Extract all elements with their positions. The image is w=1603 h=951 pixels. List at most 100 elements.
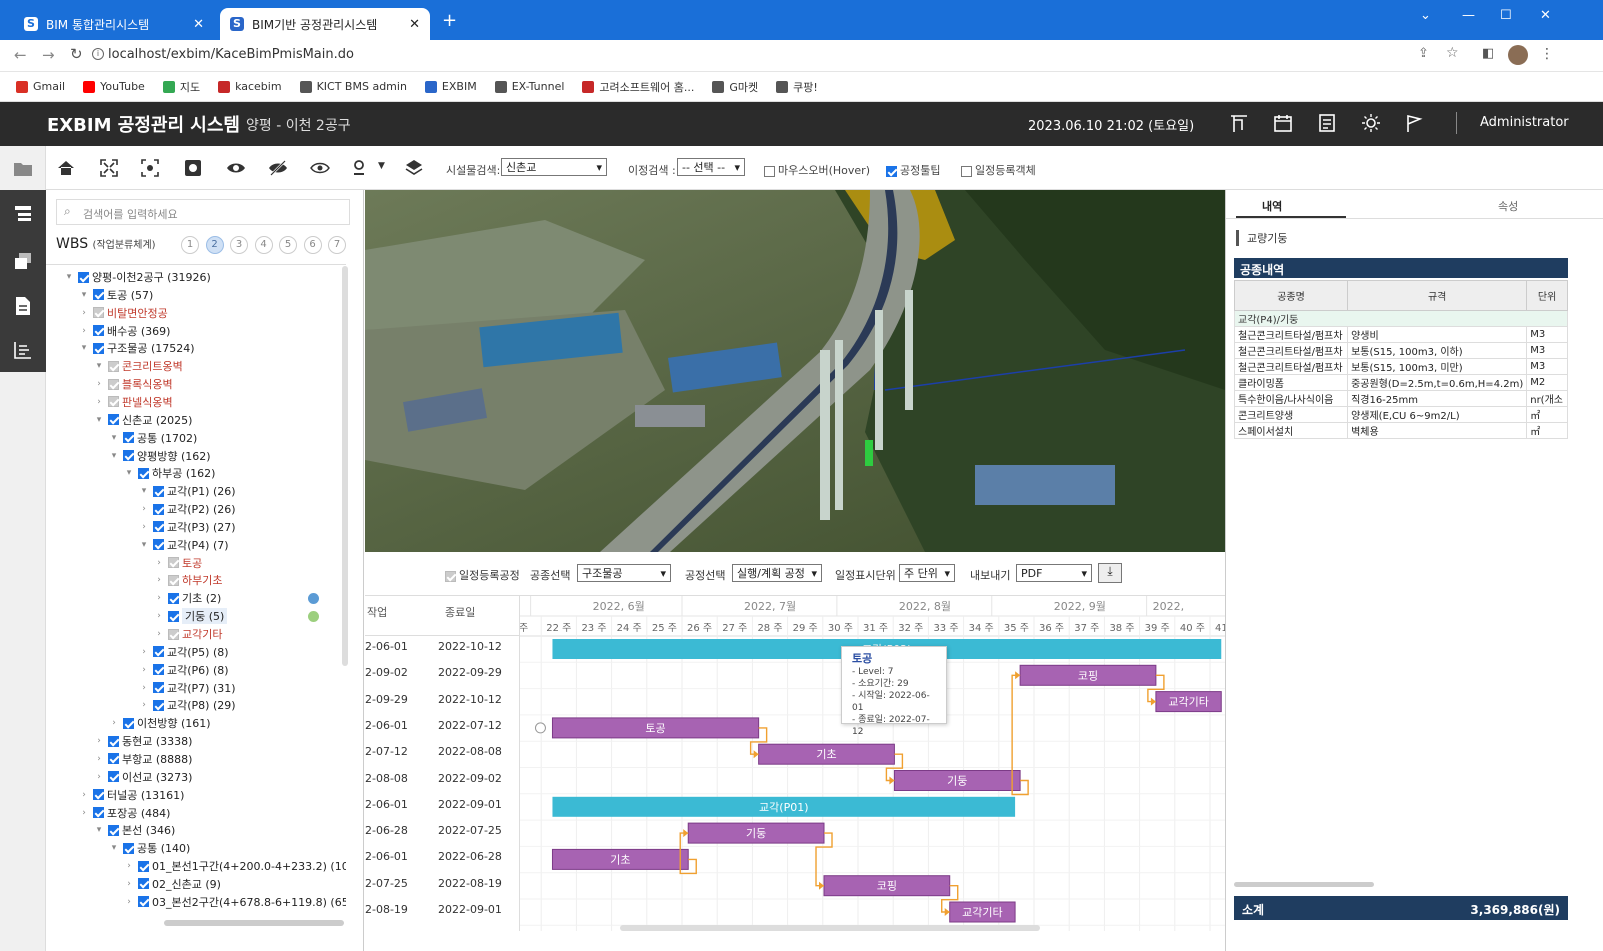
home-icon[interactable] (56, 158, 76, 178)
tooltip-checkbox[interactable] (886, 165, 897, 177)
tab-attributes[interactable]: 속성 (1498, 198, 1518, 214)
tree-checkbox[interactable] (138, 896, 149, 908)
chevron-down-icon[interactable]: ▾ (94, 415, 104, 425)
eye-off-icon[interactable] (268, 158, 288, 178)
tree-checkbox[interactable] (108, 771, 119, 783)
bookmark[interactable]: EX-Tunnel (494, 80, 564, 93)
hover-checkbox[interactable] (764, 165, 775, 177)
tree-checkbox[interactable] (138, 467, 149, 479)
tree-checkbox[interactable] (153, 485, 164, 497)
tree-checkbox[interactable] (168, 574, 179, 586)
tab-detail[interactable]: 내역 (1262, 198, 1282, 214)
tree-checkbox[interactable] (93, 307, 104, 319)
tree-node[interactable]: › 교각(P7) (31) (139, 680, 235, 696)
bookmark[interactable]: KICT BMS admin (299, 80, 407, 93)
level-button-1[interactable]: 1 (181, 236, 199, 254)
tree-node[interactable]: › 동현교 (3338) (94, 733, 192, 749)
chevron-down-icon[interactable]: ▾ (109, 433, 119, 443)
process-select[interactable]: 실행/계획 공정 ▾ (732, 564, 822, 582)
chevron-right-icon[interactable]: › (139, 647, 149, 657)
tree-checkbox[interactable] (138, 860, 149, 872)
timeline-hscrollbar[interactable] (620, 925, 1040, 931)
tree-node[interactable]: ▾ 토공 (57) (79, 287, 154, 303)
search-input[interactable]: ⌕ 검색어를 입력하세요 (56, 199, 350, 225)
level-button-7[interactable]: 7 (328, 236, 346, 254)
tree-checkbox[interactable] (153, 521, 164, 533)
download-button[interactable]: ⤓ (1098, 563, 1122, 583)
tree-checkbox[interactable] (123, 717, 134, 729)
aerial-bridge-view[interactable] (365, 190, 1225, 552)
register-process-option[interactable]: 일정등록공정 (445, 567, 520, 583)
fit-view-icon[interactable] (99, 158, 119, 178)
tree-node[interactable]: › 이천방향 (161) (109, 715, 210, 731)
tree-node[interactable]: › 01_본선1구간(4+200.0-4+233.2) (10) (124, 858, 346, 874)
tree-node[interactable]: › 기초 (2) (154, 590, 221, 606)
chevron-down-icon[interactable]: ▾ (94, 361, 104, 371)
chevron-right-icon[interactable]: › (154, 611, 164, 621)
chevron-right-icon[interactable]: › (154, 593, 164, 603)
star-icon[interactable]: ☆ (1446, 45, 1459, 61)
tree-node[interactable]: › 판넬식옹벽 (94, 394, 172, 410)
unit-select[interactable]: 주 단위 ▾ (899, 564, 955, 582)
chevron-right-icon[interactable]: › (154, 629, 164, 639)
tree-node[interactable]: ▾ 신촌교 (2025) (94, 412, 193, 428)
tree-node[interactable]: › 부항교 (8888) (94, 751, 192, 767)
tree-checkbox[interactable] (123, 450, 134, 461)
tree-checkbox[interactable] (93, 807, 104, 818)
work-type-select[interactable]: 구조물공 ▾ (577, 564, 671, 582)
chevron-right-icon[interactable]: › (139, 700, 149, 710)
tree-checkbox[interactable] (123, 842, 134, 854)
tree-checkbox[interactable] (168, 628, 179, 640)
tree-node[interactable]: ▾ 양평방향 (162) (109, 448, 211, 464)
eye-outline-icon[interactable] (310, 158, 330, 178)
sidepanel-icon[interactable]: ◧ (1482, 46, 1494, 61)
bookmark[interactable]: 고려소프트웨어 홈... (582, 79, 694, 95)
chevron-right-icon[interactable]: › (79, 790, 89, 800)
move-select[interactable]: -- 선택 -- ▾ (677, 158, 745, 176)
tree-checkbox[interactable] (153, 699, 164, 711)
isolate-icon[interactable] (183, 158, 203, 178)
tree-checkbox[interactable] (93, 289, 104, 301)
tree-node[interactable]: › 하부기초 (154, 572, 222, 588)
tree-checkbox[interactable] (108, 414, 119, 426)
table-row[interactable]: 철근콘크리트타설/펌프차 보통(S15, 100m3, 이하) M3 (1233, 342, 1568, 359)
table-row[interactable]: 스페이서설치 벽체용 ㎡ (1233, 422, 1568, 439)
chevron-right-icon[interactable]: › (154, 575, 164, 585)
bim-3d-viewport[interactable] (365, 190, 1225, 552)
info-icon[interactable]: i (92, 48, 104, 60)
report-icon[interactable] (1316, 112, 1338, 134)
tree-node[interactable]: › 교각(P8) (29) (139, 697, 235, 713)
chevron-down-icon[interactable]: ▾ (139, 486, 149, 496)
level-button-2[interactable]: 2 (205, 236, 224, 254)
flag-icon[interactable] (1404, 112, 1426, 134)
chevron-right-icon[interactable]: › (139, 504, 149, 514)
share-icon[interactable]: ⇪ (1418, 46, 1429, 61)
close-icon[interactable]: ✕ (193, 17, 204, 32)
tree-node[interactable]: ▾ 콘크리트옹벽 (94, 358, 183, 374)
forward-icon[interactable]: → (42, 46, 55, 64)
tooltip-option[interactable]: 공정툴팁 (886, 162, 940, 178)
tree-checkbox[interactable] (93, 342, 104, 354)
chevron-right-icon[interactable]: › (139, 522, 149, 532)
level-button-5[interactable]: 5 (279, 236, 297, 254)
bookmark[interactable]: G마켓 (712, 79, 758, 95)
tree-checkbox[interactable] (123, 432, 134, 444)
rail-wbs-button[interactable] (0, 190, 46, 238)
tree-node[interactable]: › 교각(P3) (27) (139, 519, 235, 535)
bookmark[interactable]: 쿠팡! (776, 79, 818, 95)
chevron-right-icon[interactable]: › (94, 397, 104, 407)
location-pin-icon[interactable] (350, 158, 370, 178)
level-button-3[interactable]: 3 (230, 236, 248, 254)
eye-icon[interactable] (226, 158, 246, 178)
tree-checkbox[interactable] (108, 378, 119, 390)
maximize-icon[interactable]: ☐ (1500, 8, 1512, 23)
export-select[interactable]: PDF ▾ (1016, 564, 1092, 582)
bookmark[interactable]: kacebim (218, 80, 282, 93)
chevron-right-icon[interactable]: › (124, 897, 134, 907)
rail-chart-button[interactable] (0, 328, 46, 372)
tree-scrollbar[interactable] (342, 266, 348, 666)
tree-node[interactable]: › 블록식옹벽 (94, 376, 172, 392)
minimize-icon[interactable]: — (1462, 8, 1475, 23)
tree-checkbox[interactable] (108, 396, 119, 408)
register-process-checkbox[interactable] (445, 570, 456, 582)
